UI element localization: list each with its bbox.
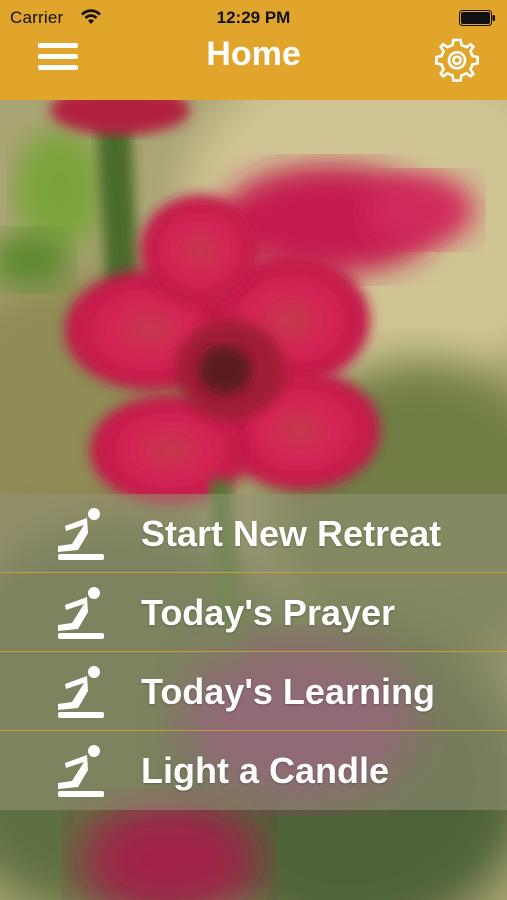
kneeling-prayer-icon — [58, 745, 104, 797]
clock-time: 12:29 PM — [216, 8, 291, 27]
kneeling-prayer-icon — [58, 508, 104, 560]
menu-item-label: Light a Candle — [141, 750, 390, 791]
menu-item-start-new-retreat[interactable]: Start New Retreat — [0, 494, 507, 573]
kneeling-prayer-icon — [58, 666, 104, 718]
battery-icon — [459, 10, 495, 26]
menu-item-label: Today's Learning — [141, 671, 435, 712]
menu-item-todays-prayer[interactable]: Today's Prayer — [0, 573, 507, 652]
home-menu-list: Start New Retreat Today's Prayer Today's… — [0, 494, 507, 810]
kneeling-prayer-icon — [58, 587, 104, 639]
menu-item-light-a-candle[interactable]: Light a Candle — [0, 731, 507, 810]
menu-item-label: Today's Prayer — [141, 592, 396, 633]
navigation-bar: Home — [0, 37, 507, 100]
menu-item-label: Start New Retreat — [141, 513, 442, 554]
gear-icon — [435, 38, 479, 82]
status-bar: Carrier 12:29 PM — [0, 0, 507, 38]
menu-item-todays-learning[interactable]: Today's Learning — [0, 652, 507, 731]
settings-button[interactable] — [429, 34, 485, 90]
